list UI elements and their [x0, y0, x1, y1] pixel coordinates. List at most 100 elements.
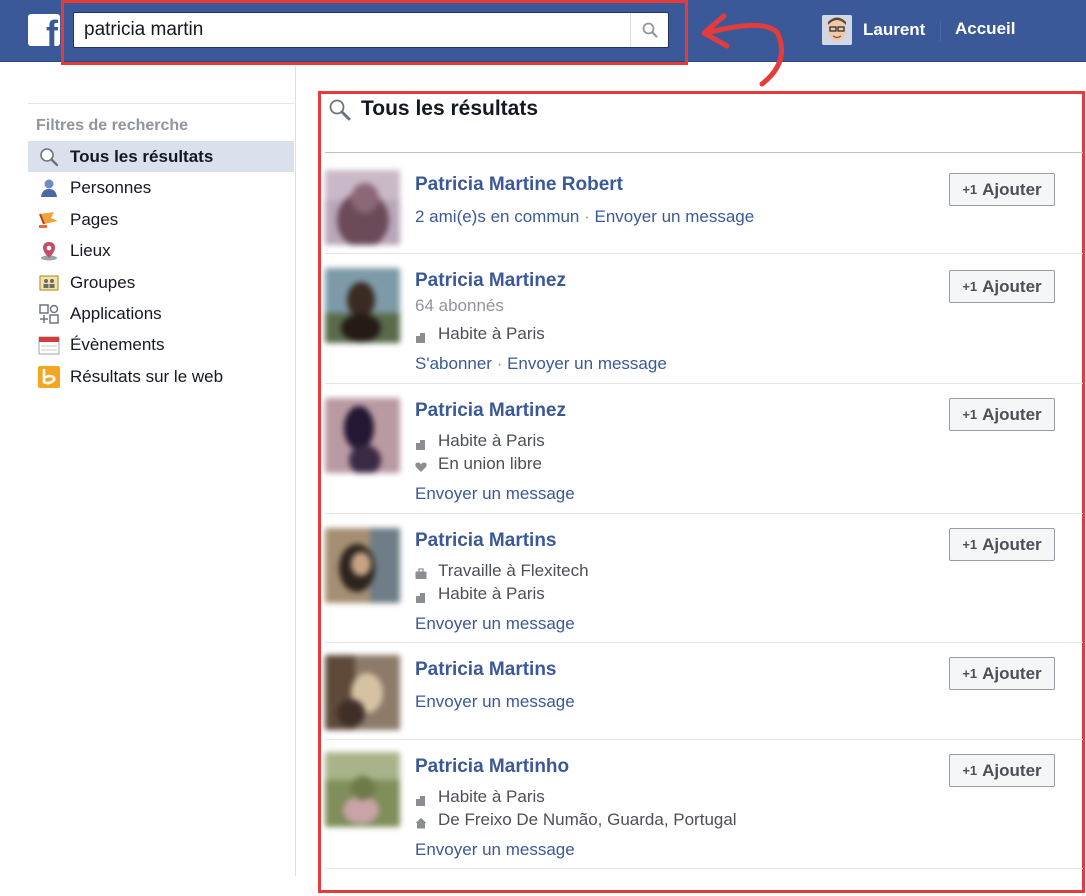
add-friend-label: Ajouter: [982, 663, 1042, 683]
sidebar-heading: Filtres de recherche: [36, 117, 189, 134]
lives-in-line: Habite à Paris: [415, 324, 545, 344]
calendar-icon: [38, 334, 60, 356]
result-row: Patricia Martinez Habite à Paris En unio…: [325, 384, 1083, 514]
column-divider: [295, 66, 296, 876]
send-message-link[interactable]: Envoyer un message: [595, 207, 755, 226]
result-avatar[interactable]: [325, 398, 400, 473]
result-name[interactable]: Patricia Martins: [415, 530, 557, 552]
result-avatar[interactable]: [325, 170, 400, 245]
result-avatar[interactable]: [325, 268, 400, 343]
results-title: Tous les résultats: [361, 97, 539, 120]
add-friend-button[interactable]: +1 Ajouter: [949, 657, 1055, 690]
sidebar-divider: [28, 103, 294, 104]
results-title-divider: [325, 152, 1083, 153]
sidebar-item-applications[interactable]: Applications: [28, 298, 294, 329]
add-friend-icon: +1: [962, 537, 978, 552]
add-friend-icon: +1: [962, 407, 978, 422]
add-friend-icon: +1: [962, 182, 978, 197]
send-message-link[interactable]: Envoyer un message: [415, 614, 575, 633]
result-actions: Envoyer un message: [415, 840, 575, 860]
action-separator: ·: [579, 207, 595, 226]
sidebar-item-web-results[interactable]: Résultats sur le web: [28, 361, 294, 392]
result-name[interactable]: Patricia Martins: [415, 659, 557, 681]
result-name[interactable]: Patricia Martinez: [415, 400, 566, 422]
annotation-arrow-icon: [701, 13, 784, 87]
sidebar-item-pages[interactable]: Pages: [28, 204, 294, 235]
result-actions: Envoyer un message: [415, 614, 575, 634]
add-friend-label: Ajouter: [982, 179, 1042, 199]
person-icon: [38, 177, 60, 199]
add-friend-button[interactable]: +1 Ajouter: [949, 528, 1055, 561]
result-divider: [325, 868, 1083, 869]
lives-in-line: Habite à Paris: [415, 584, 545, 604]
sidebar-item-events[interactable]: Évènements: [28, 329, 294, 360]
result-row: Patricia Martins Travaille à Flexitech H…: [325, 514, 1083, 643]
add-friend-label: Ajouter: [982, 534, 1042, 554]
flag-icon: [38, 209, 60, 231]
result-actions: S'abonner · Envoyer un message: [415, 354, 667, 374]
sidebar-item-groups[interactable]: Groupes: [28, 267, 294, 298]
result-avatar[interactable]: [325, 655, 400, 730]
result-row: Patricia Martinez 64 abonnés Habite à Pa…: [325, 254, 1083, 384]
add-friend-icon: +1: [962, 763, 978, 778]
sidebar-item-label: Personnes: [70, 177, 152, 197]
avatar: [822, 15, 852, 45]
add-friend-button[interactable]: +1 Ajouter: [949, 398, 1055, 431]
result-actions: Envoyer un message: [415, 484, 575, 504]
search-icon: [329, 99, 351, 121]
lives-in-line: Habite à Paris: [415, 787, 545, 807]
result-avatar[interactable]: [325, 528, 400, 603]
lives-in-line: Habite à Paris: [415, 431, 545, 451]
search-highlight-frame: [61, 0, 688, 65]
bing-icon: [38, 365, 60, 388]
result-row: Patricia Martinho Habite à Paris De Frei…: [325, 740, 1083, 869]
followers-count: 64 abonnés: [415, 296, 504, 315]
city-icon: [415, 791, 427, 806]
result-name[interactable]: Patricia Martinho: [415, 756, 569, 778]
result-actions: Envoyer un message: [415, 692, 575, 712]
works-at-line: Travaille à Flexitech: [415, 561, 589, 581]
sidebar-item-label: Résultats sur le web: [70, 366, 224, 386]
result-row: Patricia Martine Robert 2 ami(e)s en com…: [325, 154, 1083, 254]
sidebar-item-label: Applications: [70, 303, 162, 323]
send-message-link[interactable]: Envoyer un message: [507, 354, 667, 373]
add-friend-label: Ajouter: [982, 404, 1042, 424]
facebook-logo-icon[interactable]: f: [28, 14, 60, 46]
action-separator: ·: [491, 354, 508, 373]
city-icon: [415, 328, 427, 343]
send-message-link[interactable]: Envoyer un message: [415, 692, 575, 711]
add-friend-button[interactable]: +1 Ajouter: [949, 173, 1055, 206]
add-friend-icon: +1: [962, 279, 978, 294]
mutual-friends-link[interactable]: 2 ami(e)s en commun: [415, 207, 579, 226]
sidebar-item-people[interactable]: Personnes: [28, 172, 294, 203]
apps-icon: [38, 303, 60, 325]
send-message-link[interactable]: Envoyer un message: [415, 484, 575, 503]
city-icon: [415, 588, 427, 603]
add-friend-label: Ajouter: [982, 276, 1042, 296]
sidebar-item-label: Tous les résultats: [70, 146, 214, 166]
briefcase-icon: [415, 565, 427, 579]
send-message-link[interactable]: Envoyer un message: [415, 840, 575, 859]
result-row: Patricia Martins Envoyer un message +1 Aj…: [325, 643, 1083, 740]
subscribe-link[interactable]: S'abonner: [415, 354, 492, 373]
map-pin-icon: [38, 240, 60, 262]
relationship-line: En union libre: [415, 454, 542, 474]
profile-link[interactable]: Laurent: [822, 14, 925, 46]
result-name[interactable]: Patricia Martine Robert: [415, 174, 623, 196]
result-avatar[interactable]: [325, 752, 400, 827]
sidebar-item-places[interactable]: Lieux: [28, 235, 294, 266]
sidebar-item-label: Pages: [70, 209, 119, 229]
sidebar-item-label: Lieux: [70, 240, 111, 260]
home-icon: [415, 814, 427, 829]
add-friend-button[interactable]: +1 Ajouter: [949, 270, 1055, 303]
hometown-line: De Freixo De Numão, Guarda, Portugal: [415, 810, 737, 830]
result-name[interactable]: Patricia Martinez: [415, 270, 566, 292]
result-actions: 2 ami(e)s en commun · Envoyer un message: [415, 207, 754, 227]
sidebar-item-all-results[interactable]: Tous les résultats: [28, 141, 294, 172]
home-link[interactable]: Accueil: [955, 19, 1015, 39]
add-friend-button[interactable]: +1 Ajouter: [949, 754, 1055, 787]
heart-icon: [415, 458, 427, 472]
add-friend-label: Ajouter: [982, 760, 1042, 780]
sidebar-item-label: Groupes: [70, 272, 136, 292]
user-name: Laurent: [863, 20, 926, 39]
